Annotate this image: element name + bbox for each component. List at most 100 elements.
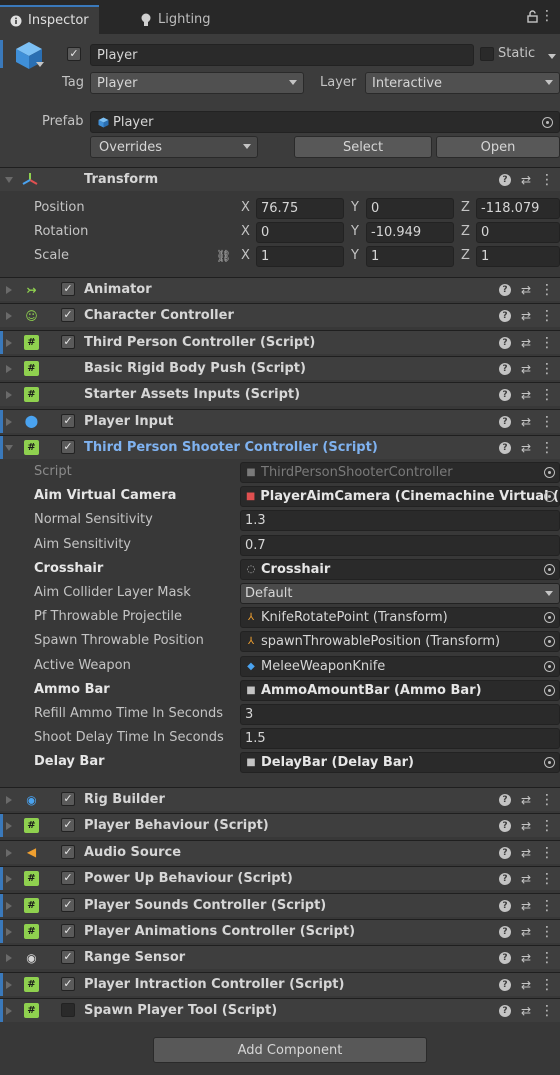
help-icon[interactable]: ? — [498, 899, 511, 912]
help-icon[interactable]: ? — [498, 362, 511, 375]
layer-dropdown[interactable]: Interactive — [365, 72, 560, 94]
component-enabled-checkbox[interactable]: ✓ — [61, 413, 75, 428]
component-enabled-checkbox[interactable]: ✓ — [61, 950, 75, 965]
component-header[interactable]: # ✓ Player Sounds Controller (Script)? ⇄ ⋮ — [0, 892, 560, 917]
foldout-arrow-icon[interactable] — [6, 364, 12, 373]
component-header[interactable]: # ✓ Third Person Controller (Script)? ⇄ ⋮ — [0, 329, 560, 354]
help-icon[interactable]: ? — [498, 284, 511, 296]
component-enabled-checkbox[interactable]: ✓ — [61, 308, 75, 323]
property-value-field[interactable]: ◆ MeleeWeaponKnife — [240, 655, 560, 677]
icon-dropdown-arrow[interactable] — [36, 62, 44, 67]
tab-inspector[interactable]: Inspector — [0, 5, 99, 34]
tag-dropdown[interactable]: Player — [90, 72, 304, 94]
context-menu-icon[interactable]: ⋮ — [540, 845, 554, 861]
foldout-arrow-icon[interactable] — [6, 954, 12, 963]
component-header[interactable]: # Spawn Player Tool (Script)? ⇄ ⋮ — [0, 998, 560, 1023]
component-header[interactable]: # ✓ Player Animations Controller (Script)?… — [0, 919, 560, 943]
rotation-y-field[interactable]: -10.949 — [366, 222, 454, 243]
foldout-arrow-icon[interactable] — [6, 928, 12, 936]
foldout-arrow-icon[interactable] — [6, 1007, 12, 1016]
property-value-field[interactable]: 1.5 — [240, 728, 560, 750]
component-enabled-checkbox[interactable]: ✓ — [61, 897, 75, 912]
help-icon[interactable]: ? — [498, 794, 511, 806]
presets-icon[interactable]: ⇄ — [521, 309, 531, 323]
component-header[interactable]: ◉ ✓ Range Sensor? ⇄ ⋮ — [0, 945, 560, 970]
foldout-arrow-icon[interactable] — [6, 312, 12, 321]
presets-icon[interactable]: ⇄ — [521, 388, 531, 402]
link-icon[interactable]: ⛓ — [216, 249, 231, 263]
foldout-arrow-icon[interactable] — [6, 391, 12, 400]
help-icon[interactable]: ? — [498, 873, 511, 886]
foldout-arrow-icon[interactable] — [6, 848, 12, 857]
context-menu-icon[interactable]: ⋮ — [540, 361, 554, 377]
object-picker-icon[interactable] — [544, 660, 555, 672]
component-enabled-checkbox[interactable]: ✓ — [61, 976, 75, 991]
rotation-z-field[interactable]: 0 — [476, 222, 560, 243]
tab-menu-icon[interactable]: ⋮ — [540, 8, 554, 24]
help-icon[interactable]: ? — [498, 310, 511, 323]
tab-lighting[interactable]: Lighting — [130, 5, 221, 34]
object-picker-icon[interactable] — [544, 684, 555, 696]
help-icon[interactable]: ? — [498, 978, 511, 991]
position-x-field[interactable]: 76.75 — [256, 198, 344, 219]
help-icon[interactable]: ? — [498, 820, 511, 833]
context-menu-icon[interactable]: ⋮ — [540, 172, 554, 188]
context-menu-icon[interactable]: ⋮ — [540, 871, 554, 887]
property-value-field[interactable]: 3 — [240, 704, 560, 725]
overrides-dropdown[interactable]: Overrides — [90, 136, 258, 158]
presets-icon[interactable]: ⇄ — [521, 441, 531, 455]
property-value-field[interactable]: ■ DelayBar (Delay Bar) — [240, 752, 560, 774]
context-menu-icon[interactable]: ⋮ — [540, 950, 554, 966]
foldout-arrow-icon[interactable] — [6, 286, 12, 294]
presets-icon[interactable]: ⇄ — [521, 872, 531, 886]
help-icon[interactable]: ? — [498, 174, 511, 186]
foldout-arrow-icon[interactable] — [5, 177, 13, 183]
position-z-field[interactable]: -118.079 — [476, 198, 560, 219]
scale-y-field[interactable]: 1 — [366, 246, 454, 267]
foldout-arrow-icon[interactable] — [6, 875, 12, 884]
component-header[interactable]: # Basic Rigid Body Push (Script)? ⇄ ⋮ — [0, 355, 560, 380]
context-menu-icon[interactable]: ⋮ — [540, 924, 554, 940]
component-header[interactable]: ◀ ✓ Audio Source? ⇄ ⋮ — [0, 839, 560, 864]
component-header[interactable]: # ✓ Power Up Behaviour (Script)? ⇄ ⋮ — [0, 866, 560, 891]
presets-icon[interactable]: ⇄ — [521, 978, 531, 992]
foldout-arrow-icon[interactable] — [6, 417, 12, 426]
property-value-field[interactable]: 1.3 — [240, 510, 560, 532]
foldout-arrow-icon[interactable] — [5, 445, 13, 451]
foldout-arrow-icon[interactable] — [6, 980, 12, 989]
help-icon[interactable]: ? — [498, 846, 511, 859]
component-enabled-checkbox[interactable]: ✓ — [61, 440, 75, 454]
foldout-arrow-icon[interactable] — [6, 901, 12, 910]
component-header[interactable]: ◉ ✓ Rig Builder? ⇄ ⋮ — [0, 787, 560, 811]
presets-icon[interactable]: ⇄ — [521, 951, 531, 965]
help-icon[interactable]: ? — [498, 442, 511, 454]
component-header[interactable]: # ✓ Player Behaviour (Script)? ⇄ ⋮ — [0, 813, 560, 838]
context-menu-icon[interactable]: ⋮ — [540, 387, 554, 403]
select-button[interactable]: Select — [294, 136, 432, 158]
object-picker-icon[interactable] — [544, 757, 555, 769]
presets-icon[interactable]: ⇄ — [521, 362, 531, 376]
presets-icon[interactable]: ⇄ — [521, 415, 531, 429]
scale-z-field[interactable]: 1 — [476, 246, 560, 267]
context-menu-icon[interactable]: ⋮ — [540, 335, 554, 351]
presets-icon[interactable]: ⇄ — [521, 846, 531, 860]
active-checkbox[interactable]: ✓ — [67, 47, 81, 61]
context-menu-icon[interactable]: ⋮ — [540, 1003, 554, 1019]
presets-icon[interactable]: ⇄ — [521, 899, 531, 913]
presets-icon[interactable]: ⇄ — [521, 1004, 531, 1018]
object-picker-icon[interactable] — [544, 636, 555, 648]
component-enabled-checkbox[interactable]: ✓ — [61, 871, 75, 886]
scale-x-field[interactable]: 1 — [256, 246, 344, 267]
help-icon[interactable]: ? — [498, 952, 511, 965]
help-icon[interactable]: ? — [498, 415, 511, 428]
foldout-arrow-icon[interactable] — [6, 796, 12, 804]
component-header[interactable]: ⬤ ✓ Player Input? ⇄ ⋮ — [0, 408, 560, 433]
position-y-field[interactable]: 0 — [366, 198, 454, 219]
component-enabled-checkbox[interactable]: ✓ — [61, 334, 75, 349]
presets-icon[interactable]: ⇄ — [521, 793, 531, 807]
prefab-picker-icon[interactable] — [542, 117, 553, 128]
add-component-button[interactable]: Add Component — [153, 1037, 427, 1063]
context-menu-icon[interactable]: ⋮ — [540, 792, 554, 808]
presets-icon[interactable]: ⇄ — [521, 925, 531, 939]
context-menu-icon[interactable]: ⋮ — [540, 282, 554, 298]
